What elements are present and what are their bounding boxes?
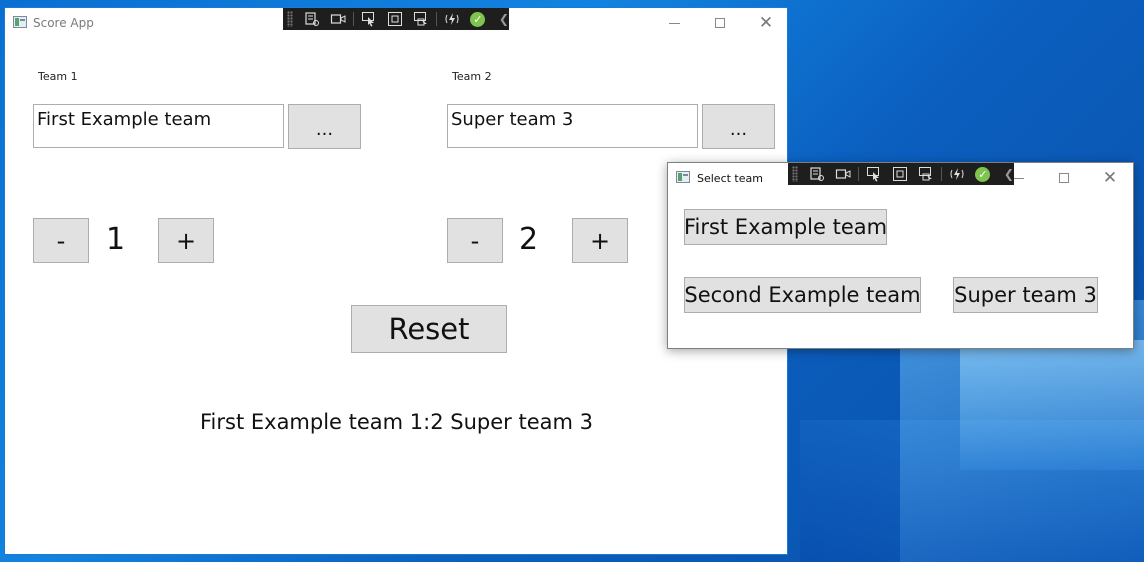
dialog-title: Select team <box>697 172 763 185</box>
reset-button[interactable]: Reset <box>351 305 507 353</box>
display-layout-adorners-icon[interactable] <box>887 163 913 185</box>
dialog-maximize-button[interactable] <box>1041 163 1087 193</box>
desktop-background-streak <box>960 340 1144 470</box>
collapse-chevron-icon[interactable]: ❮ <box>499 12 509 26</box>
team1-score: 1 <box>106 222 126 257</box>
toolbar-separator <box>940 167 942 181</box>
maximize-button[interactable] <box>697 8 743 38</box>
app-icon <box>13 16 27 28</box>
hot-reload-icon[interactable] <box>944 163 970 185</box>
record-icon[interactable] <box>830 163 856 185</box>
dialog-debug-toolbar: ✓ ❮ <box>788 163 1014 185</box>
team2-name-field[interactable]: Super team 3 <box>447 104 698 148</box>
team2-increment-button[interactable]: + <box>572 218 628 263</box>
team1-select-button[interactable]: ... <box>288 104 361 149</box>
go-to-live-visual-tree-icon[interactable] <box>299 8 325 30</box>
team1-name-field[interactable]: First Example team <box>33 104 284 148</box>
binding-check-icon[interactable]: ✓ <box>970 163 996 185</box>
record-icon[interactable] <box>325 8 351 30</box>
toolbar-separator <box>857 167 859 181</box>
display-layout-adorners-icon[interactable] <box>382 8 408 30</box>
team1-label: Team 1 <box>38 70 78 83</box>
toolbar-grip[interactable] <box>287 11 293 27</box>
team-option-super-team-3[interactable]: Super team 3 <box>953 277 1098 313</box>
close-icon: ✕ <box>1102 167 1118 188</box>
team2-decrement-button[interactable]: - <box>447 218 503 263</box>
team-option-second-example[interactable]: Second Example team <box>684 277 921 313</box>
debug-toolbar: ✓ ❮ <box>283 8 509 30</box>
maximize-icon <box>1059 173 1069 183</box>
track-focused-element-icon[interactable] <box>408 8 434 30</box>
binding-check-icon[interactable]: ✓ <box>465 8 491 30</box>
minimize-button[interactable] <box>651 8 697 38</box>
team2-label: Team 2 <box>452 70 492 83</box>
team2-select-button[interactable]: ... <box>702 104 775 149</box>
team-option-first-example[interactable]: First Example team <box>684 209 887 245</box>
hot-reload-icon[interactable] <box>439 8 465 30</box>
team2-score: 2 <box>519 222 539 257</box>
maximize-icon <box>715 18 725 28</box>
toolbar-separator <box>435 12 437 26</box>
team1-decrement-button[interactable]: - <box>33 218 89 263</box>
toolbar-separator <box>352 12 354 26</box>
select-team-dialog: Select team ✕ ✓ ❮ First Example team Sec… <box>667 162 1134 349</box>
minimize-icon <box>668 22 680 24</box>
score-result-text: First Example team 1:2 Super team 3 <box>200 410 593 434</box>
track-focused-element-icon[interactable] <box>913 163 939 185</box>
minimize-icon <box>1012 177 1024 179</box>
dialog-close-button[interactable]: ✕ <box>1087 163 1133 193</box>
select-element-icon[interactable] <box>356 8 382 30</box>
dialog-app-icon <box>676 171 690 183</box>
select-element-icon[interactable] <box>861 163 887 185</box>
toolbar-grip[interactable] <box>792 166 798 182</box>
collapse-chevron-icon[interactable]: ❮ <box>1004 167 1014 181</box>
window-title: Score App <box>33 16 94 30</box>
go-to-live-visual-tree-icon[interactable] <box>804 163 830 185</box>
team1-increment-button[interactable]: + <box>158 218 214 263</box>
close-icon: ✕ <box>758 12 774 33</box>
close-button[interactable]: ✕ <box>743 8 789 38</box>
